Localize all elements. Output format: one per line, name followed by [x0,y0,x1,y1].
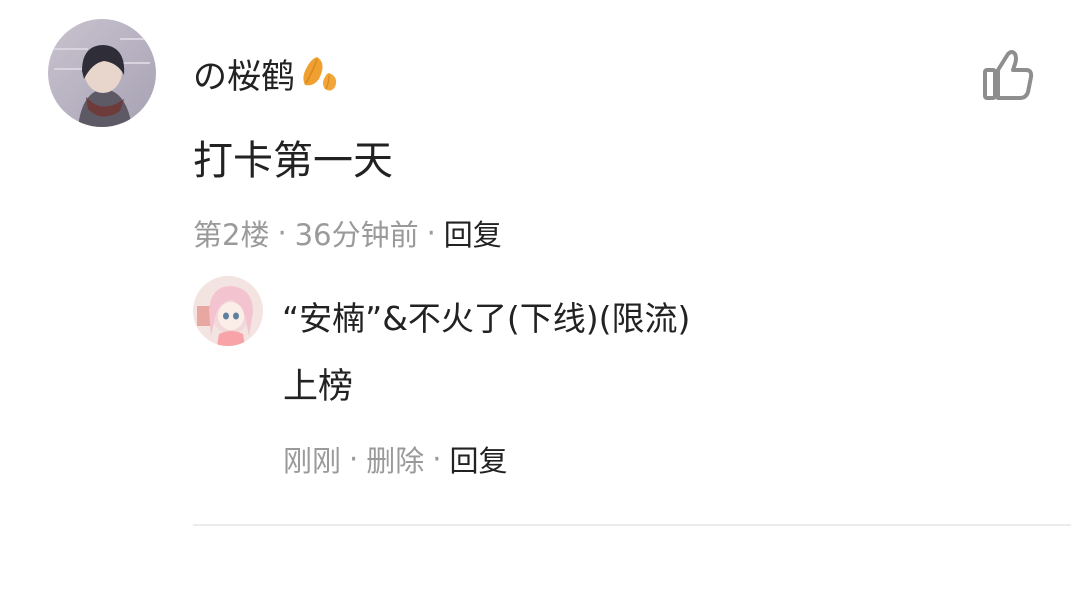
comment-text: 打卡第一天 [193,138,393,184]
comment-divider [193,524,1071,526]
separator-dot: · [349,442,359,476]
user-avatar[interactable] [48,19,156,127]
separator-dot: · [277,216,287,250]
delete-button[interactable]: 删除 [366,438,424,480]
comment-username[interactable]: の桜鹤 [193,48,341,98]
timestamp: 36分钟前 [294,218,419,252]
thumbs-up-icon [983,50,1034,100]
username-text[interactable]: の桜鹤 [193,49,295,98]
like-button[interactable] [980,48,1036,102]
reply-button[interactable]: 回复 [444,212,502,254]
reply-username[interactable]: “安楠”&不火了(下线)(限流) [282,292,690,340]
floor-label: 第2楼 [193,218,270,252]
comment-meta: 第2楼 · 36分钟前 · 回复 [193,212,502,254]
reply-to-reply-button[interactable]: 回复 [449,438,507,480]
separator-dot: · [426,216,436,250]
autumn-leaves-icon [297,53,341,93]
reply-timestamp: 刚刚 [283,444,342,478]
reply-meta: 刚刚 · 删除 · 回复 [283,438,507,480]
reply-user-avatar[interactable] [193,276,263,346]
reply-text: 上榜 [283,367,354,407]
separator-dot: · [432,442,442,476]
